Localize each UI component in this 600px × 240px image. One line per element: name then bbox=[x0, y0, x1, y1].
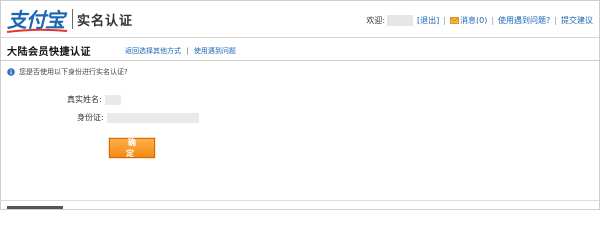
bottom-divider bbox=[1, 200, 599, 201]
other-method-link[interactable]: 返回选择其他方式 bbox=[125, 47, 181, 55]
name-row: 真实姓名: bbox=[67, 94, 121, 105]
next-section-heading-cutoff bbox=[7, 204, 63, 209]
page-frame: 支付宝 实名认证 欢迎: [退出] | 消息(0) | 使用遇到问题? | 提交… bbox=[0, 0, 600, 210]
logo-swoosh bbox=[6, 28, 68, 33]
id-label: 身份证: bbox=[77, 113, 104, 122]
nav-divider: | bbox=[554, 16, 557, 25]
page-title: 实名认证 bbox=[77, 14, 134, 29]
id-row: 身份证: bbox=[77, 112, 199, 123]
messages-link[interactable]: 消息(0) bbox=[460, 15, 487, 26]
id-value-masked bbox=[106, 112, 199, 123]
section-title: 大陆会员快捷认证 bbox=[7, 47, 91, 58]
name-value-masked bbox=[104, 94, 121, 105]
name-label: 真实姓名: bbox=[67, 95, 102, 104]
problem-link[interactable]: 使用遇到问题 bbox=[194, 47, 236, 55]
confirm-button[interactable]: 确 定 bbox=[109, 138, 155, 158]
logo-separator bbox=[72, 9, 73, 29]
info-icon bbox=[7, 68, 15, 76]
info-message: 您是否使用以下身份进行实名认证? bbox=[7, 67, 128, 77]
feedback-link[interactable]: 提交建议 bbox=[561, 15, 593, 26]
welcome-text: 欢迎: bbox=[366, 16, 386, 25]
username-masked bbox=[387, 15, 414, 26]
envelope-icon bbox=[450, 17, 459, 24]
cutoff-heading-text bbox=[7, 206, 63, 209]
user-nav: 欢迎: [退出] | 消息(0) | 使用遇到问题? | 提交建议 bbox=[366, 15, 593, 26]
section-header: 大陆会员快捷认证 返回选择其他方式 | 使用遇到问题 bbox=[1, 38, 599, 61]
nav-divider: | bbox=[491, 16, 495, 25]
top-header: 支付宝 实名认证 欢迎: [退出] | 消息(0) | 使用遇到问题? | 提交… bbox=[1, 1, 599, 38]
info-text: 您是否使用以下身份进行实名认证? bbox=[19, 68, 128, 76]
section-links: 返回选择其他方式 | 使用遇到问题 bbox=[125, 46, 236, 56]
alipay-logo[interactable]: 支付宝 bbox=[6, 5, 68, 33]
help-link[interactable]: 使用遇到问题? bbox=[498, 15, 550, 26]
logout-link[interactable]: [退出] bbox=[417, 15, 439, 26]
nav-divider: | bbox=[443, 16, 446, 25]
link-divider: | bbox=[186, 47, 189, 55]
